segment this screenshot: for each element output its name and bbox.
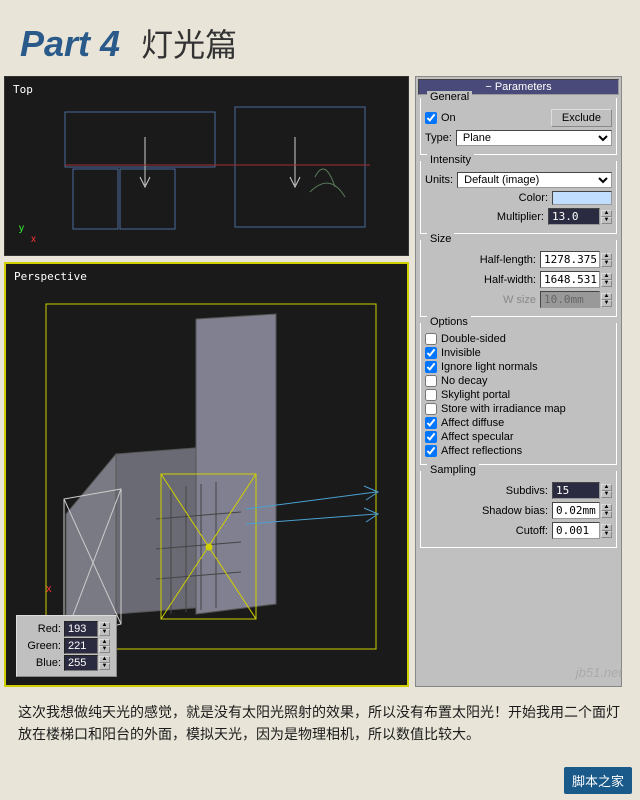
description-text: 这次我想做纯天光的感觉，就是没有太阳光照射的效果，所以没有布置太阳光！开始我用二… — [0, 687, 640, 746]
w-size-label: W size — [503, 294, 536, 306]
multiplier-spinner[interactable]: ▲▼ — [601, 210, 612, 224]
color-label: Color: — [519, 192, 548, 204]
watermark-url: jb51.net — [576, 665, 622, 680]
double-sided-checkbox[interactable] — [425, 333, 437, 345]
affect-specular-label: Affect specular — [441, 431, 514, 443]
invisible-label: Invisible — [441, 347, 481, 359]
hl-spinner[interactable]: ▲▼ — [601, 253, 612, 267]
color-swatch[interactable] — [552, 191, 612, 205]
red-spinner[interactable]: ▲▼ — [99, 622, 110, 636]
viewport-perspective[interactable]: Perspective — [4, 262, 409, 687]
sampling-title: Sampling — [427, 464, 479, 476]
shadow-bias-label: Shadow bias: — [482, 505, 548, 517]
parameters-panel: Parameters General On Exclude Type: Plan… — [415, 76, 622, 687]
on-checkbox[interactable] — [425, 112, 437, 124]
blue-input[interactable]: 255 — [64, 655, 98, 671]
ignore-normals-checkbox[interactable] — [425, 361, 437, 373]
green-input[interactable]: 221 — [64, 638, 98, 654]
cutoff-spinner[interactable]: ▲▼ — [601, 524, 612, 538]
viewport-area: Top yx Perspective — [4, 76, 409, 687]
subdivs-label: Subdivs: — [506, 485, 548, 497]
svg-text:x: x — [46, 583, 52, 595]
no-decay-label: No decay — [441, 375, 487, 387]
blue-label: Blue: — [23, 657, 61, 669]
cutoff-input[interactable]: 0.001 — [552, 522, 600, 539]
title-part: Part 4 — [20, 23, 120, 65]
watermark-badge: 脚本之家 — [564, 767, 632, 794]
hw-spinner[interactable]: ▲▼ — [601, 273, 612, 287]
subdivs-spinner[interactable]: ▲▼ — [601, 484, 612, 498]
general-title: General — [427, 91, 472, 103]
blue-spinner[interactable]: ▲▼ — [99, 656, 110, 670]
multiplier-label: Multiplier: — [497, 211, 544, 223]
type-select[interactable]: Plane — [456, 130, 612, 146]
units-select[interactable]: Default (image) — [457, 172, 612, 188]
bias-spinner[interactable]: ▲▼ — [601, 504, 612, 518]
half-width-input[interactable]: 1648.531 — [540, 271, 600, 288]
store-irr-label: Store with irradiance map — [441, 403, 566, 415]
multiplier-input[interactable]: 13.0 — [548, 208, 600, 225]
half-width-label: Half-width: — [484, 274, 536, 286]
group-general: General On Exclude Type: Plane — [420, 98, 617, 155]
skylight-checkbox[interactable] — [425, 389, 437, 401]
rgb-panel: Red:193▲▼ Green:221▲▼ Blue:255▲▼ — [16, 615, 117, 677]
skylight-label: Skylight portal — [441, 389, 510, 401]
type-label: Type: — [425, 132, 452, 144]
subdivs-input[interactable]: 15 — [552, 482, 600, 499]
size-title: Size — [427, 233, 454, 245]
shadow-bias-input[interactable]: 0.02mm — [552, 502, 600, 519]
store-irr-checkbox[interactable] — [425, 403, 437, 415]
group-intensity: Intensity Units: Default (image) Color: … — [420, 161, 617, 234]
on-label: On — [441, 112, 456, 124]
group-size: Size Half-length:1278.375▲▼ Half-width:1… — [420, 240, 617, 317]
no-decay-checkbox[interactable] — [425, 375, 437, 387]
half-length-input[interactable]: 1278.375 — [540, 251, 600, 268]
group-options: Options Double-sided Invisible Ignore li… — [420, 323, 617, 465]
ws-spinner: ▲▼ — [601, 293, 612, 307]
green-label: Green: — [23, 640, 61, 652]
invisible-checkbox[interactable] — [425, 347, 437, 359]
cutoff-label: Cutoff: — [516, 525, 548, 537]
red-label: Red: — [23, 623, 61, 635]
group-sampling: Sampling Subdivs:15▲▼ Shadow bias:0.02mm… — [420, 471, 617, 548]
affect-diffuse-checkbox[interactable] — [425, 417, 437, 429]
affect-diffuse-label: Affect diffuse — [441, 417, 504, 429]
green-spinner[interactable]: ▲▼ — [99, 639, 110, 653]
affect-refl-label: Affect reflections — [441, 445, 522, 457]
top-scene — [5, 77, 405, 257]
options-title: Options — [427, 316, 471, 328]
axis-gizmo: yx — [19, 223, 36, 245]
ignore-normals-label: Ignore light normals — [441, 361, 538, 373]
title-cn: 灯光篇 — [141, 27, 237, 63]
red-input[interactable]: 193 — [64, 621, 98, 637]
affect-refl-checkbox[interactable] — [425, 445, 437, 457]
affect-specular-checkbox[interactable] — [425, 431, 437, 443]
intensity-title: Intensity — [427, 154, 474, 166]
exclude-button[interactable]: Exclude — [551, 109, 612, 127]
w-size-input: 10.0mm — [540, 291, 600, 308]
viewport-top[interactable]: Top yx — [4, 76, 409, 256]
double-sided-label: Double-sided — [441, 333, 506, 345]
half-length-label: Half-length: — [480, 254, 536, 266]
units-label: Units: — [425, 174, 453, 186]
